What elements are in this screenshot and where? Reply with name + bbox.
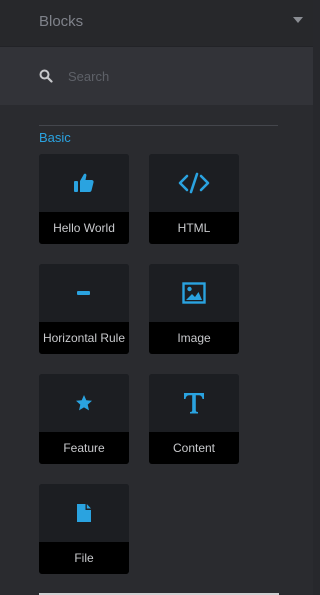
- horizontal-rule-icon: [77, 291, 90, 295]
- block-label: Content: [149, 432, 239, 464]
- category-title[interactable]: Basic: [39, 130, 71, 145]
- block-label: File: [39, 542, 129, 574]
- block-icon-area: [149, 154, 239, 212]
- thumbs-up-icon: [74, 173, 94, 192]
- block-horizontal-rule[interactable]: Horizontal Rule: [39, 264, 129, 354]
- block-image[interactable]: Image: [149, 264, 239, 354]
- block-html[interactable]: HTML: [149, 154, 239, 244]
- block-label: Feature: [39, 432, 129, 464]
- block-file[interactable]: File: [39, 484, 129, 574]
- block-label: Horizontal Rule: [39, 322, 129, 354]
- block-label: HTML: [149, 212, 239, 244]
- block-content[interactable]: Content: [149, 374, 239, 464]
- block-icon-area: [39, 484, 129, 542]
- category-divider: [39, 125, 278, 126]
- block-icon-area: [39, 154, 129, 212]
- code-icon: [178, 172, 210, 194]
- panel-title: Blocks: [39, 13, 84, 30]
- block-icon-area: [39, 374, 129, 432]
- block-hello-world[interactable]: Hello World: [39, 154, 129, 244]
- block-icon-area: [39, 264, 129, 322]
- search-input[interactable]: [68, 65, 288, 87]
- blocks-panel: Blocks Basic Hello World HTML: [0, 0, 313, 595]
- block-icon-area: [149, 374, 239, 432]
- blocks-header[interactable]: Blocks: [0, 0, 313, 47]
- file-icon: [77, 504, 91, 522]
- image-icon: [182, 282, 206, 304]
- block-icon-area: [149, 264, 239, 322]
- block-feature[interactable]: Feature: [39, 374, 129, 464]
- star-icon: [76, 395, 92, 411]
- block-label: Hello World: [39, 212, 129, 244]
- caret-down-icon[interactable]: [293, 17, 303, 23]
- search-bar: [0, 47, 313, 105]
- text-icon: [184, 393, 204, 414]
- block-label: Image: [149, 322, 239, 354]
- search-icon: [39, 69, 53, 83]
